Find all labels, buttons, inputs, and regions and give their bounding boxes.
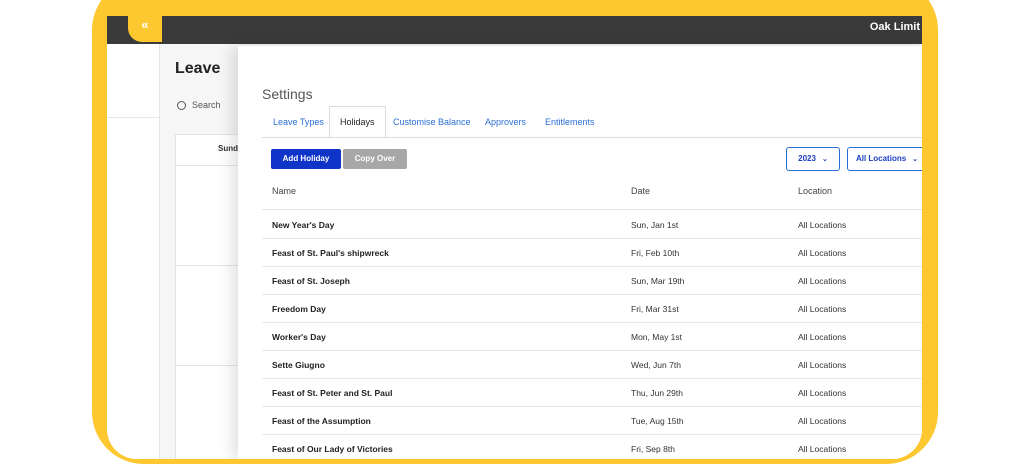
copy-over-button[interactable]: Copy Over [343,149,407,169]
holiday-name: Feast of St. Joseph [272,276,350,286]
holiday-date: Tue, Aug 15th [631,416,684,426]
panel-title: Settings [262,86,313,102]
holiday-date: Sun, Mar 19th [631,276,685,286]
holiday-location: All Locations [798,248,847,258]
holiday-date: Fri, Sep 8th [631,444,675,454]
top-bar: Oak Limit [107,16,922,44]
tab-leave-types[interactable]: Leave Types [273,109,324,135]
page-title: Leave [175,60,221,77]
leave-calendar: Sunda [175,134,247,459]
app-screen: Oak Limit Leave Search Sunda Settings Le… [107,16,922,459]
tab-approvers[interactable]: Approvers [485,109,526,135]
table-row[interactable]: Sette Giugno Wed, Jun 7th All Locations [262,350,922,379]
double-chevron-left-icon: « [141,17,149,32]
calendar-divider [176,265,246,266]
chevron-down-icon: ⌄ [821,156,828,163]
location-select-value: All Locations [855,154,907,163]
holiday-location: All Locations [798,220,847,230]
settings-panel: Settings Leave Types Holidays Customise … [238,46,922,459]
table-row[interactable]: New Year's Day Sun, Jan 1st All Location… [262,210,922,239]
table-row[interactable]: Freedom Day Fri, Mar 31st All Locations [262,294,922,323]
holiday-location: All Locations [798,304,847,314]
holiday-name: Feast of St. Peter and St. Paul [272,388,393,398]
holiday-date: Thu, Jun 29th [631,388,683,398]
table-row[interactable]: Feast of St. Joseph Sun, Mar 19th All Lo… [262,266,922,295]
holiday-name: Feast of Our Lady of Victories [272,444,393,454]
table-row[interactable]: Feast of St. Paul's shipwreck Fri, Feb 1… [262,238,922,267]
holiday-date: Fri, Feb 10th [631,248,680,258]
holiday-name: Worker's Day [272,332,326,342]
holiday-date: Fri, Mar 31st [631,304,679,314]
tab-entitlements[interactable]: Entitlements [545,109,595,135]
collapse-sidebar-button[interactable]: « [128,14,162,42]
holiday-location: All Locations [798,332,847,342]
year-select[interactable]: 2023 ⌄ [786,147,840,171]
calendar-header: Sunda [176,135,246,166]
column-header-location: Location [798,186,833,196]
holiday-location: All Locations [798,416,847,426]
holiday-location: All Locations [798,276,847,286]
table-row[interactable]: Worker's Day Mon, May 1st All Locations [262,322,922,351]
table-row[interactable]: Feast of the Assumption Tue, Aug 15th Al… [262,406,922,435]
nav-divider [107,117,159,118]
tabs-divider [262,137,922,138]
search-input[interactable]: Search [177,100,237,118]
tab-customise-balance[interactable]: Customise Balance [393,109,471,135]
holiday-location: All Locations [798,444,847,454]
holiday-date: Wed, Jun 7th [631,360,681,370]
holiday-date: Sun, Jan 1st [631,220,679,230]
holiday-name: Feast of the Assumption [272,416,371,426]
year-select-value: 2023 [798,154,816,163]
calendar-divider [176,365,246,366]
table-row[interactable]: Feast of St. Peter and St. Paul Thu, Jun… [262,378,922,407]
holiday-date: Mon, May 1st [631,332,683,342]
left-nav [107,44,160,459]
holiday-name: Sette Giugno [272,360,325,370]
table-row[interactable]: Feast of Our Lady of Victories Fri, Sep … [262,434,922,459]
holiday-name: Feast of St. Paul's shipwreck [272,248,389,258]
tab-holidays[interactable]: Holidays [329,106,386,138]
company-name[interactable]: Oak Limit [870,21,920,33]
column-header-name: Name [272,186,297,196]
holiday-location: All Locations [798,388,847,398]
column-header-date: Date [631,186,651,196]
location-select[interactable]: All Locations ⌄ [847,147,922,171]
holiday-name: Freedom Day [272,304,326,314]
add-holiday-button[interactable]: Add Holiday [271,149,341,169]
search-placeholder: Search [192,100,221,110]
chevron-down-icon: ⌄ [912,156,919,163]
holiday-name: New Year's Day [272,220,335,230]
search-icon [177,101,186,111]
holiday-location: All Locations [798,360,847,370]
